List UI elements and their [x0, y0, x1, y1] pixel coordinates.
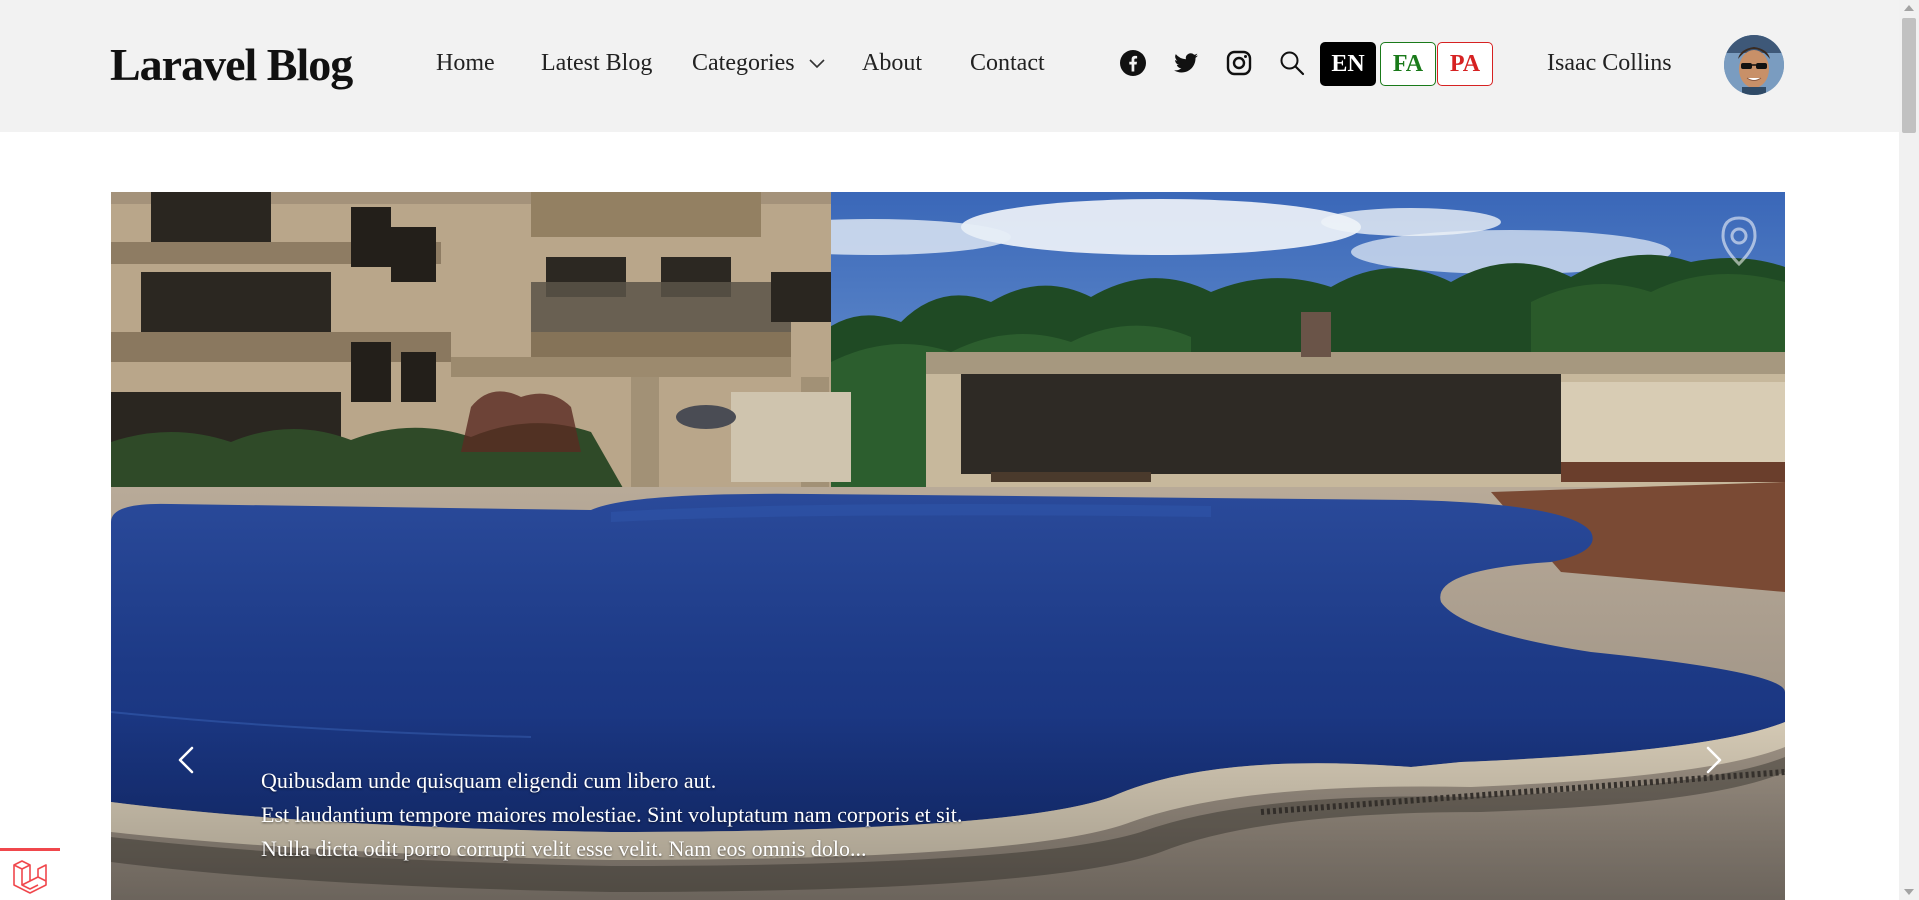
avatar-image — [1724, 35, 1784, 95]
caption-line-1: Quibusdam unde quisquam eligendi cum lib… — [261, 768, 717, 793]
watermark-icon — [1721, 216, 1757, 267]
nav-contact[interactable]: Contact — [970, 50, 1045, 77]
nav-about[interactable]: About — [862, 50, 922, 77]
lang-fa-button[interactable]: FA — [1380, 42, 1436, 86]
nav-latest-blog[interactable]: Latest Blog — [541, 50, 652, 77]
page-scrollbar[interactable] — [1899, 0, 1919, 900]
carousel-next-button[interactable] — [1693, 740, 1733, 780]
facebook-icon[interactable] — [1119, 49, 1147, 77]
lang-en-button[interactable]: EN — [1320, 42, 1376, 86]
search-icon[interactable] — [1278, 49, 1306, 77]
chevron-down-icon — [809, 59, 825, 69]
nav-home[interactable]: Home — [436, 50, 495, 77]
user-name[interactable]: Isaac Collins — [1547, 50, 1672, 77]
nav-categories-label: Categories — [692, 50, 795, 76]
scroll-down-arrow[interactable] — [1904, 889, 1914, 895]
hero-carousel[interactable]: Quibusdam unde quisquam eligendi cum lib… — [111, 192, 1785, 900]
laravel-debug-badge[interactable] — [0, 848, 60, 900]
carousel-prev-button[interactable] — [167, 740, 207, 780]
caption-line-2: Est laudantium tempore maiores molestiae… — [261, 802, 963, 827]
lang-pa-button[interactable]: PA — [1437, 42, 1493, 86]
scrollbar-thumb[interactable] — [1902, 18, 1916, 133]
scroll-up-arrow[interactable] — [1904, 5, 1914, 11]
slide-caption: Quibusdam unde quisquam eligendi cum lib… — [261, 764, 962, 866]
laravel-icon — [13, 860, 47, 894]
avatar[interactable] — [1724, 35, 1784, 95]
site-header: Laravel Blog Home Latest Blog Categories… — [0, 0, 1899, 132]
caption-line-3: Nulla dicta odit porro corrupti velit es… — [261, 836, 867, 861]
twitter-icon[interactable] — [1172, 49, 1200, 77]
site-logo[interactable]: Laravel Blog — [110, 38, 353, 91]
nav-categories[interactable]: Categories — [692, 50, 825, 77]
instagram-icon[interactable] — [1225, 49, 1253, 77]
